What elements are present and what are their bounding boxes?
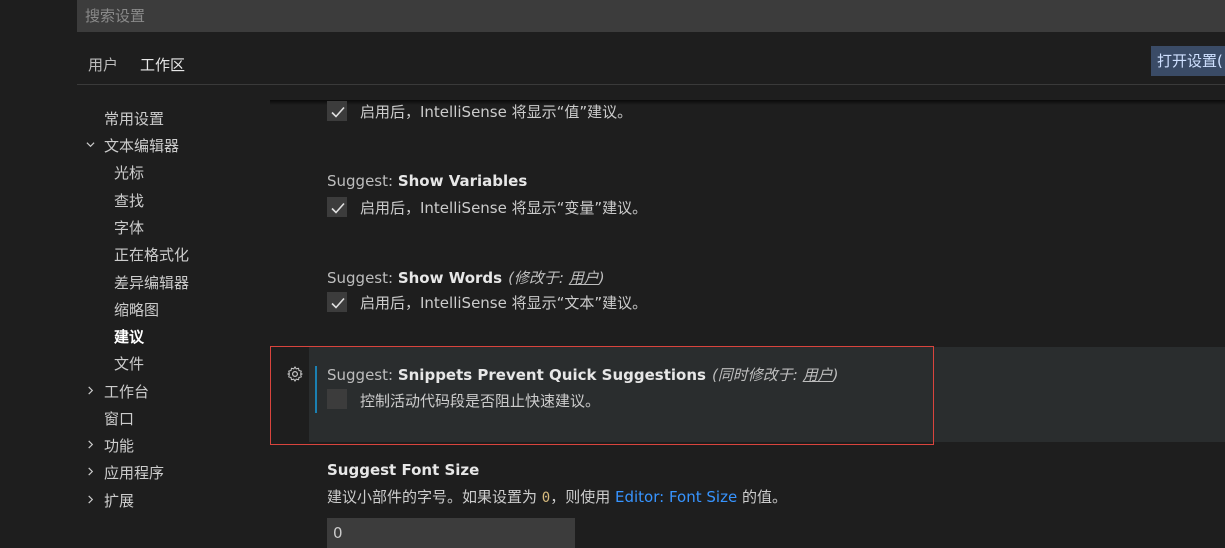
modified-prefix: (修改于:	[508, 269, 569, 287]
toc-item-common[interactable]: 常用设置	[104, 108, 164, 129]
toc-item-cursor[interactable]: 光标	[114, 162, 144, 183]
desc-text: 建议小部件的字号。如果设置为	[327, 488, 542, 506]
toc-item-window[interactable]: 窗口	[104, 408, 134, 429]
check-icon	[331, 106, 345, 118]
modified-scope-link[interactable]: 用户	[569, 269, 599, 287]
modified-suffix: )	[832, 366, 839, 384]
modified-indicator-bar	[315, 366, 317, 413]
show-words-title: Suggest: Show Words (修改于: 用户)	[327, 267, 605, 288]
modified-prefix: (同时修改于:	[711, 366, 803, 384]
toc-item-extensions[interactable]: 扩展	[104, 490, 134, 511]
toc-item-features[interactable]: 功能	[104, 435, 134, 456]
toc-item-files[interactable]: 文件	[114, 353, 144, 374]
toc-item-suggestions[interactable]: 建议	[114, 326, 144, 347]
show-words-description: 启用后，IntelliSense 将显示“文本”建议。	[360, 294, 648, 312]
font-size-title: Suggest Font Size	[327, 461, 479, 479]
chevron-right-icon[interactable]	[86, 440, 95, 449]
show-values-checkbox[interactable]	[327, 101, 347, 121]
desc-text: 的值。	[737, 488, 787, 506]
show-values-description: 启用后，IntelliSense 将显示“值”建议。	[360, 103, 633, 121]
check-icon	[331, 202, 345, 214]
modified-indicator: (修改于: 用户)	[508, 269, 605, 287]
chevron-right-icon[interactable]	[86, 467, 95, 476]
snippets-prevent-checkbox[interactable]	[327, 389, 347, 409]
gear-icon[interactable]	[286, 365, 304, 383]
setting-category: Suggest:	[327, 269, 398, 287]
chevron-right-icon[interactable]	[86, 495, 95, 504]
chevron-right-icon[interactable]	[86, 386, 95, 395]
desc-text: ，则使用	[550, 488, 615, 506]
open-settings-json-button[interactable]: 打开设置(	[1151, 46, 1225, 76]
toc-item-text-editor[interactable]: 文本编辑器	[104, 135, 179, 156]
search-input[interactable]	[77, 0, 1225, 32]
inline-code: 0	[541, 490, 551, 506]
modified-scope-link[interactable]: 用户	[803, 366, 833, 384]
font-size-input[interactable]	[327, 518, 575, 548]
tab-user[interactable]: 用户	[88, 52, 118, 84]
search-bar	[77, 0, 1225, 32]
toc-item-formatting[interactable]: 正在格式化	[114, 244, 189, 265]
toc-item-diff-editor[interactable]: 差异编辑器	[114, 272, 189, 293]
tab-workspace[interactable]: 工作区	[140, 52, 186, 85]
toc-item-workbench[interactable]: 工作台	[104, 381, 149, 402]
setting-name: Snippets Prevent Quick Suggestions	[397, 366, 706, 384]
check-icon	[331, 297, 345, 309]
show-words-checkbox[interactable]	[327, 292, 347, 312]
setting-name: Show Variables	[397, 172, 528, 190]
editor-font-size-link[interactable]: Editor: Font Size	[615, 488, 737, 506]
snippets-prevent-title: Suggest: Snippets Prevent Quick Suggesti…	[327, 364, 839, 385]
toc-item-application[interactable]: 应用程序	[104, 462, 164, 483]
modified-suffix: )	[598, 269, 605, 287]
show-variables-title: Suggest: Show Variables	[327, 172, 527, 190]
show-variables-description: 启用后，IntelliSense 将显示“变量”建议。	[360, 199, 648, 217]
modified-indicator: (同时修改于: 用户)	[712, 366, 839, 384]
setting-category: Suggest:	[327, 366, 398, 384]
toc-item-minimap[interactable]: 缩略图	[114, 299, 159, 320]
setting-name: Show Words	[397, 269, 503, 287]
setting-name: Suggest Font Size	[327, 461, 480, 479]
setting-category: Suggest:	[327, 172, 398, 190]
snippets-prevent-description: 控制活动代码段是否阻止快速建议。	[360, 392, 601, 410]
tabs-divider	[77, 84, 1225, 85]
toc-item-font[interactable]: 字体	[114, 217, 144, 238]
chevron-down-icon[interactable]	[86, 140, 95, 149]
toc-item-find[interactable]: 查找	[114, 190, 144, 211]
show-variables-checkbox[interactable]	[327, 197, 347, 217]
font-size-description: 建议小部件的字号。如果设置为 0，则使用 Editor: Font Size 的…	[327, 486, 787, 507]
